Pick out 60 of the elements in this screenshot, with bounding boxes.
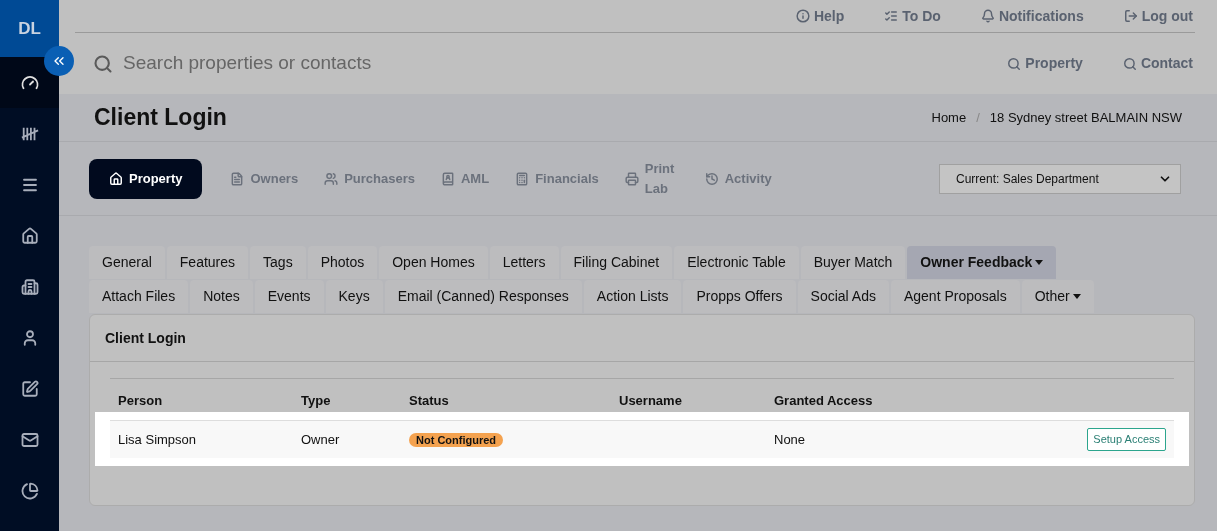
sub-tab[interactable]: Tags	[250, 246, 306, 279]
column-header: Type	[301, 391, 332, 410]
id-book-icon	[441, 171, 455, 186]
sub-tab[interactable]: Attach Files	[89, 280, 189, 313]
users-icon	[324, 171, 339, 186]
calculator-icon	[515, 171, 530, 186]
search-icon	[1007, 56, 1022, 71]
nav-tab[interactable]: Property	[89, 158, 203, 199]
page-title: Client Login	[94, 103, 227, 133]
column-header: Status	[409, 391, 450, 410]
sub-tab[interactable]: Email (Canned) Responses	[384, 280, 582, 313]
building-icon	[20, 277, 39, 296]
bell-icon	[980, 9, 995, 23]
printer-icon	[624, 171, 639, 186]
search-field[interactable]: Search properties or contacts	[123, 49, 523, 78]
pie-chart-icon	[20, 481, 39, 500]
edit-icon	[20, 379, 39, 398]
sub-tab[interactable]: Action Lists	[583, 280, 682, 313]
sub-tab[interactable]: Owner Feedback	[907, 246, 1057, 279]
table-cell-text: None	[774, 430, 807, 449]
sub-tab[interactable]: Notes	[190, 280, 253, 313]
sub-tab[interactable]: Events	[254, 280, 324, 313]
sub-tab[interactable]: Letters	[489, 246, 559, 279]
sidebar-item[interactable]	[0, 57, 59, 108]
sub-tab[interactable]: Propps Offers	[683, 280, 796, 313]
gauge-icon	[20, 73, 39, 92]
table-cell-text: Owner	[301, 430, 341, 449]
sub-tab[interactable]: Features	[166, 246, 249, 279]
department-select[interactable]: Current: Sales Department	[939, 163, 1181, 194]
column-header: Person	[118, 391, 164, 410]
mail-icon	[20, 430, 39, 449]
status-badge: Not Configured	[409, 432, 504, 447]
sub-tab[interactable]: Buyer Match	[800, 246, 906, 279]
breadcrumb-item[interactable]: Home	[931, 107, 967, 128]
sub-tab[interactable]: General	[89, 246, 165, 279]
home-icon	[20, 226, 39, 245]
home-icon	[109, 171, 123, 186]
setup-access-button[interactable]: Setup Access	[1087, 428, 1166, 451]
sub-tab[interactable]: Photos	[307, 246, 378, 279]
sub-tab[interactable]: Open Homes	[379, 246, 488, 279]
search-icon	[1122, 56, 1137, 71]
column-header: Granted Access	[774, 391, 874, 410]
panel-title: Client Login	[105, 328, 186, 348]
document-icon	[230, 171, 245, 186]
sub-tab[interactable]: Other	[1021, 280, 1094, 313]
sub-tab[interactable]: Keys	[325, 280, 383, 313]
sub-tab[interactable]: Electronic Table	[674, 246, 799, 279]
table-cell-text: Lisa Simpson	[118, 430, 198, 449]
sub-tab[interactable]: Filing Cabinet	[560, 246, 673, 279]
logout-icon	[1123, 9, 1138, 23]
logo[interactable]: DL	[0, 0, 59, 57]
breadcrumb-item[interactable]: 18 Sydney street BALMAIN NSW	[989, 107, 1182, 128]
search-icon	[93, 53, 113, 74]
checklist-icon	[884, 9, 899, 23]
column-header: Username	[619, 391, 683, 410]
sub-tab[interactable]: Agent Proposals	[890, 280, 1020, 313]
info-icon	[795, 9, 810, 23]
history-icon	[704, 171, 719, 186]
sub-tab[interactable]: Social Ads	[797, 280, 889, 313]
breadcrumb-separator: /	[976, 108, 980, 127]
